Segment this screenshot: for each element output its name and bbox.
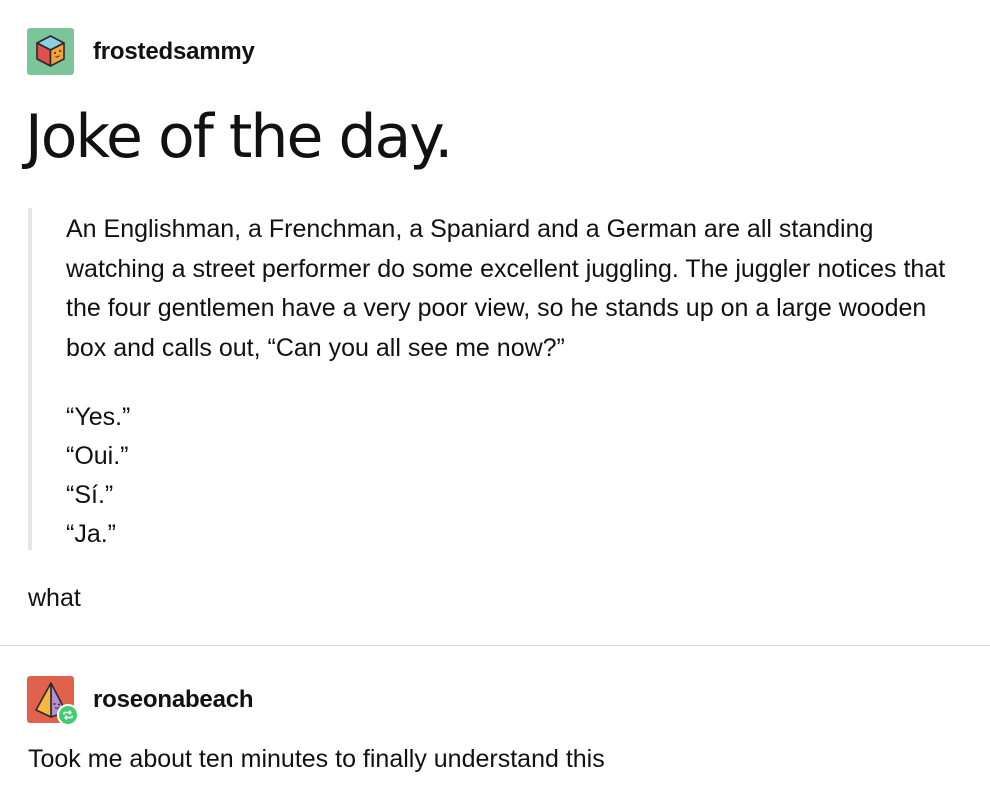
post-header: frostedsammy (27, 28, 255, 75)
quote-paragraph: An Englishman, a Frenchman, a Spaniard a… (66, 215, 946, 362)
post-title: Joke of the day. (25, 102, 453, 172)
quote-block: An Englishman, a Frenchman, a Spaniard a… (28, 208, 958, 550)
avatar[interactable] (27, 28, 74, 75)
username[interactable]: frostedsammy (93, 38, 255, 66)
answer-line: “Oui.” (66, 442, 129, 470)
post-header: roseonabeach (27, 676, 254, 726)
cube-face-icon (36, 35, 65, 67)
answer-list: “Yes.” “Oui.” “Sí.” “Ja.” (66, 398, 958, 554)
answer-line: “Yes.” (66, 403, 131, 431)
username[interactable]: roseonabeach (93, 686, 254, 714)
reblog-badge (57, 704, 79, 726)
answer-line: “Ja.” (66, 520, 116, 548)
divider (0, 645, 990, 646)
answer-line: “Sí.” (66, 481, 114, 509)
reblog-icon (63, 710, 73, 720)
post-comment: what (28, 584, 81, 612)
avatar[interactable] (27, 676, 79, 726)
post-comment: Took me about ten minutes to finally und… (28, 745, 605, 773)
